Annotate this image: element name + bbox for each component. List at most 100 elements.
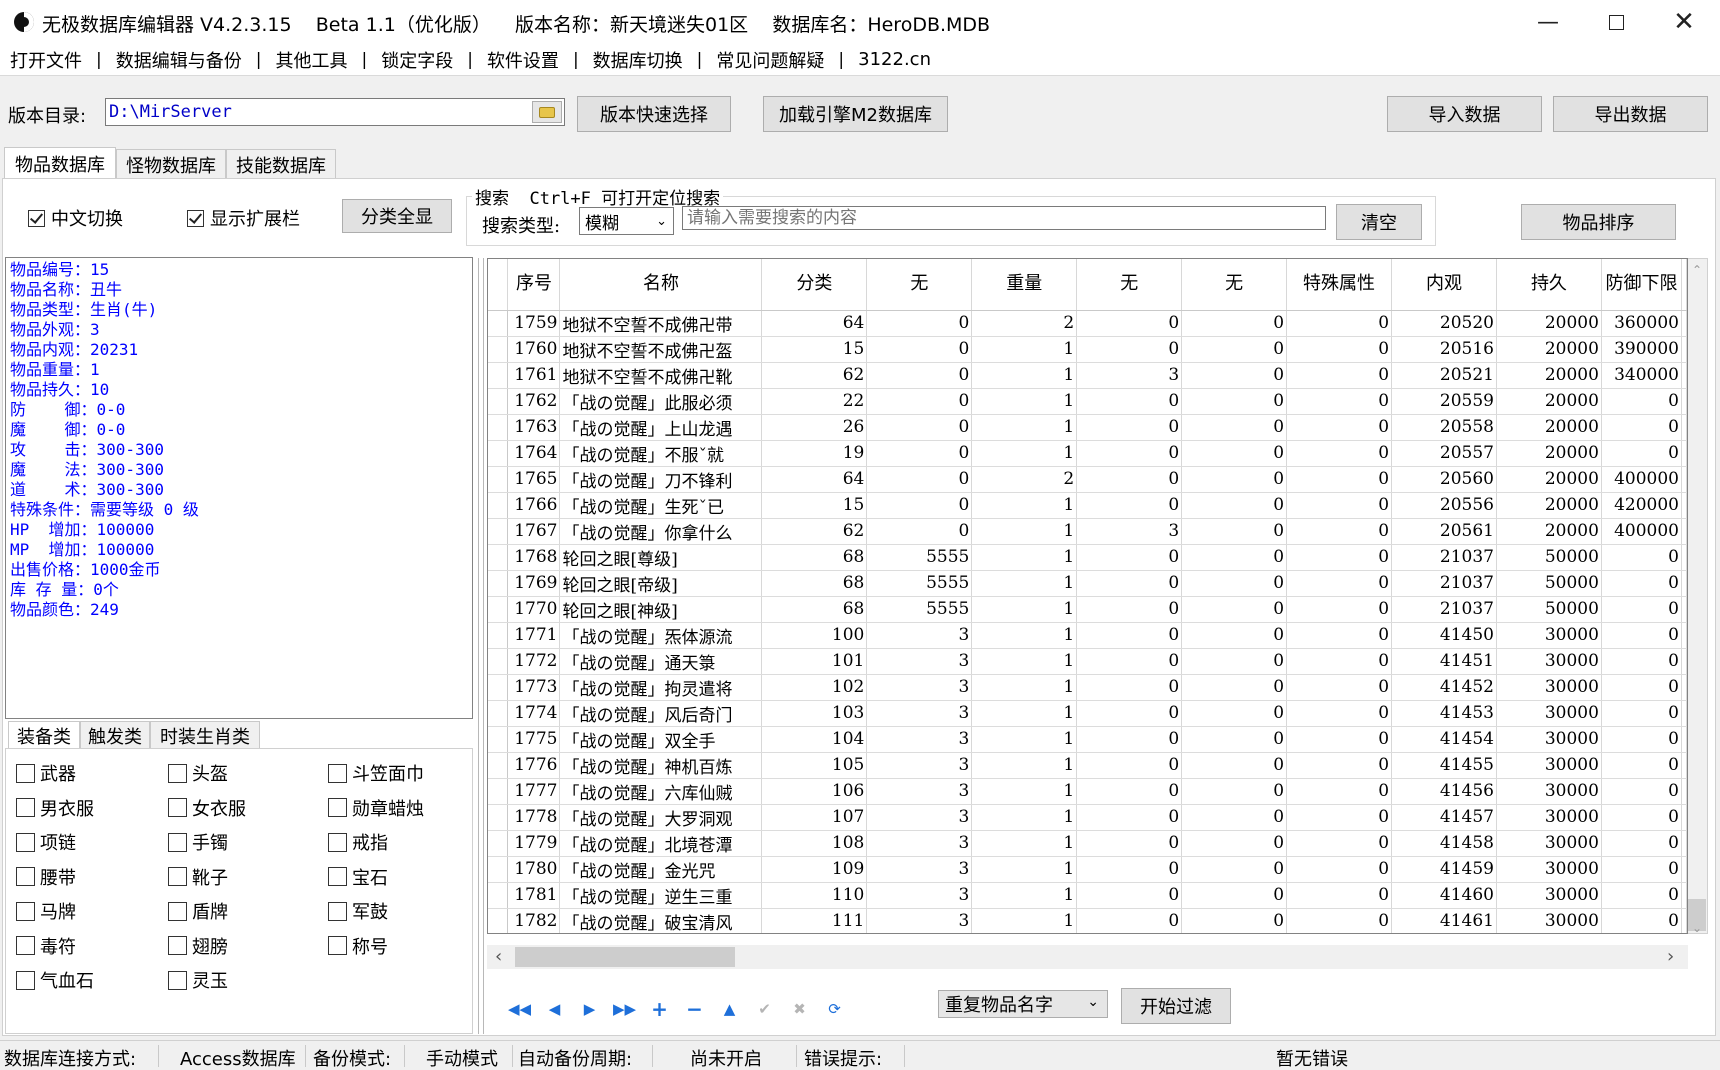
table-cell[interactable]: 轮回之眼[帝级] [559,570,763,597]
table-row[interactable]: 1764 「战の觉醒」不服ˇ就 19 0 1 0 0 0 20557 20000 0 [488,440,1687,467]
table-cell[interactable]: 0 [1076,570,1183,597]
close-icon[interactable]: ✕ [1650,0,1718,44]
table-cell[interactable]: 50000 [1496,570,1602,597]
table-cell[interactable]: 20521 [1391,362,1497,389]
table-cell[interactable]: 41459 [1391,856,1497,883]
table-cell[interactable]: 30000 [1496,830,1602,857]
table-cell[interactable]: 41460 [1391,882,1497,909]
show-ext-checkbox[interactable]: 显示扩展栏 [187,205,300,231]
tab-items[interactable]: 物品数据库 [4,147,116,179]
row-indicator[interactable] [488,908,509,933]
table-cell[interactable]: 0 [1601,856,1683,883]
table-cell[interactable]: 3 [866,674,973,701]
post-icon[interactable]: ✔ [747,995,782,1023]
table-cell[interactable]: 1763 [507,414,561,441]
row-indicator[interactable] [488,778,509,805]
table-cell[interactable]: 0 [1286,752,1393,779]
table-cell[interactable]: 1 [971,544,1078,571]
table-cell[interactable]: 62 [761,518,868,545]
table-cell[interactable]: 0 [1076,804,1183,831]
table-cell[interactable]: 340000 [1601,362,1683,389]
table-cell[interactable]: 1781 [507,882,561,909]
category-checkbox[interactable]: 腰带 [16,864,76,890]
row-indicator[interactable] [488,466,509,493]
table-row[interactable]: 1767 「战の觉醒」你拿什么 62 0 1 3 0 0 20561 20000 400000 [488,518,1687,545]
search-input[interactable] [682,206,1326,230]
table-cell[interactable]: 3 [866,700,973,727]
table-cell[interactable]: 0 [1601,674,1683,701]
table-cell[interactable]: 101 [761,648,868,675]
table-cell[interactable]: 30000 [1496,882,1602,909]
table-row[interactable]: 1761 地狱不空誓不成佛卍靴 62 0 1 3 0 0 20521 20000 340000 [488,362,1687,389]
column-header[interactable]: 持久 [1496,259,1602,311]
table-cell[interactable]: 0 [1076,674,1183,701]
table-cell[interactable]: 3 [866,856,973,883]
tab-equipment[interactable]: 装备类 [8,721,80,749]
row-indicator[interactable] [488,388,509,415]
table-cell[interactable]: 5555 [866,570,973,597]
table-cell[interactable]: 21037 [1391,570,1497,597]
table-cell[interactable]: 1779 [507,830,561,857]
table-row[interactable]: 1759 地狱不空誓不成佛卍带 64 0 2 0 0 0 20520 20000 360000 [488,310,1687,337]
table-cell[interactable]: 「战の觉醒」金光咒 [559,856,763,883]
row-indicator[interactable] [488,596,509,623]
category-checkbox[interactable]: 头盔 [168,760,228,786]
table-cell[interactable]: 0 [1181,362,1288,389]
table-cell[interactable]: 0 [1286,856,1393,883]
table-cell[interactable]: 0 [1076,336,1183,363]
table-cell[interactable]: 0 [1601,752,1683,779]
table-row[interactable]: 1778 「战の觉醒」大罗洞观 107 3 1 0 0 0 41457 30000 0 [488,804,1687,831]
table-cell[interactable]: 1765 [507,466,561,493]
item-sort-button[interactable]: 物品排序 [1521,204,1676,240]
table-cell[interactable]: 41454 [1391,726,1497,753]
table-cell[interactable]: 1 [971,596,1078,623]
table-cell[interactable]: 0 [866,466,973,493]
table-cell[interactable]: 1777 [507,778,561,805]
duplicate-filter-select[interactable]: 重复物品名字 ⌄ [938,990,1108,1018]
table-cell[interactable]: 轮回之眼[尊级] [559,544,763,571]
table-cell[interactable]: 20558 [1391,414,1497,441]
table-cell[interactable]: 1 [971,830,1078,857]
table-row[interactable]: 1782 「战の觉醒」破宝清风 111 3 1 0 0 0 41461 30000 0 [488,908,1687,933]
table-cell[interactable]: 3 [866,648,973,675]
table-cell[interactable]: 「战の觉醒」生死ˇ已 [559,492,763,519]
table-cell[interactable]: 0 [1601,544,1683,571]
table-cell[interactable]: 0 [866,414,973,441]
next-icon[interactable]: ▶ [572,995,607,1023]
table-cell[interactable]: 0 [1076,414,1183,441]
table-cell[interactable]: 1 [971,856,1078,883]
table-cell[interactable]: 「战の觉醒」通天箓 [559,648,763,675]
column-header[interactable]: 无 [1181,259,1288,311]
table-cell[interactable]: 0 [1181,804,1288,831]
table-cell[interactable]: 20000 [1496,362,1602,389]
start-filter-button[interactable]: 开始过滤 [1121,988,1231,1024]
table-cell[interactable]: 0 [1286,830,1393,857]
table-cell[interactable]: 20000 [1496,414,1602,441]
table-cell[interactable]: 0 [1076,726,1183,753]
table-cell[interactable]: 30000 [1496,856,1602,883]
table-row[interactable]: 1774 「战の觉醒」风后奇门 103 3 1 0 0 0 41453 30000 0 [488,700,1687,727]
category-checkbox[interactable]: 称号 [328,933,388,959]
row-indicator[interactable] [488,336,509,363]
table-cell[interactable]: 「战の觉醒」刀不锋利 [559,466,763,493]
table-cell[interactable]: 0 [1286,362,1393,389]
table-cell[interactable]: 41457 [1391,804,1497,831]
table-cell[interactable]: 0 [1076,778,1183,805]
table-cell[interactable]: 「战の觉醒」大罗洞观 [559,804,763,831]
table-cell[interactable]: 360000 [1601,310,1683,337]
table-cell[interactable]: 0 [1286,804,1393,831]
row-indicator[interactable] [488,414,509,441]
table-cell[interactable]: 1 [971,414,1078,441]
row-indicator[interactable] [488,310,509,337]
table-cell[interactable]: 68 [761,544,868,571]
scroll-up-icon[interactable]: ⌃ [1692,263,1702,277]
table-cell[interactable]: 420000 [1601,492,1683,519]
table-cell[interactable]: 0 [1601,596,1683,623]
table-row[interactable]: 1779 「战の觉醒」北境苍潭 108 3 1 0 0 0 41458 30000 0 [488,830,1687,857]
tab-skills[interactable]: 技能数据库 [226,149,336,179]
table-cell[interactable]: 111 [761,908,868,933]
table-cell[interactable]: 1 [971,440,1078,467]
category-checkbox[interactable]: 翅膀 [168,933,228,959]
table-cell[interactable]: 0 [1076,544,1183,571]
table-cell[interactable]: 0 [1181,414,1288,441]
